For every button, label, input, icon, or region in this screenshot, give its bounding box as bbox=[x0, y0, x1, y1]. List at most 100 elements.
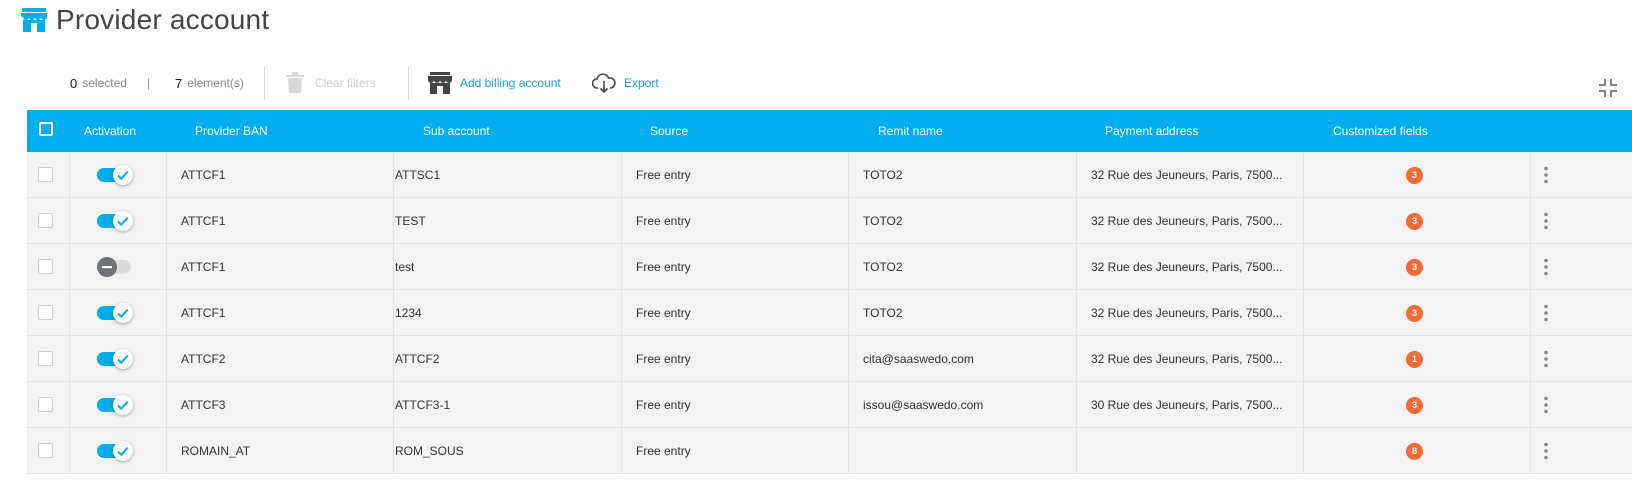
row-actions-menu[interactable] bbox=[1540, 257, 1552, 277]
activation-toggle[interactable] bbox=[97, 165, 133, 185]
column-divider bbox=[1303, 152, 1304, 198]
cell-remit-name: cita@saaswedo.com bbox=[863, 352, 974, 366]
check-icon bbox=[117, 171, 129, 181]
column-divider bbox=[1303, 428, 1304, 474]
cell-source: Free entry bbox=[636, 168, 691, 182]
cell-source: Free entry bbox=[636, 306, 691, 320]
row-checkbox[interactable] bbox=[38, 397, 53, 412]
header-payment-address[interactable]: Payment address bbox=[1105, 110, 1198, 152]
store-add-icon bbox=[428, 72, 452, 94]
counter-separator: | bbox=[147, 60, 150, 106]
more-vertical-icon bbox=[1544, 396, 1548, 414]
selected-counter: 0 selected bbox=[70, 60, 127, 106]
cell-provider-ban: ROMAIN_AT bbox=[181, 444, 251, 458]
column-divider bbox=[1076, 428, 1077, 474]
row-actions-menu[interactable] bbox=[1540, 303, 1552, 323]
cell-sub-account: ATTSC1 bbox=[395, 168, 441, 182]
column-divider bbox=[69, 428, 70, 474]
customized-fields-badge[interactable]: 1 bbox=[1406, 351, 1423, 368]
header-source[interactable]: Source bbox=[650, 110, 688, 152]
column-divider bbox=[393, 198, 394, 244]
check-icon bbox=[117, 447, 129, 457]
more-vertical-icon bbox=[1544, 166, 1548, 184]
cloud-download-icon bbox=[592, 73, 616, 93]
toolbar-divider bbox=[264, 66, 265, 100]
customized-fields-badge[interactable]: 3 bbox=[1406, 259, 1423, 276]
row-actions-menu[interactable] bbox=[1540, 211, 1552, 231]
activation-toggle[interactable] bbox=[97, 303, 133, 323]
toggle-knob bbox=[113, 165, 133, 185]
row-checkbox[interactable] bbox=[38, 443, 53, 458]
column-divider bbox=[1530, 152, 1531, 198]
select-all-checkbox[interactable] bbox=[39, 122, 53, 136]
pipe-separator: | bbox=[147, 76, 151, 90]
column-divider bbox=[166, 428, 167, 474]
cell-sub-account: ROM_SOUS bbox=[395, 444, 464, 458]
cell-source: Free entry bbox=[636, 352, 691, 366]
customized-fields-badge[interactable]: 8 bbox=[1406, 443, 1423, 460]
row-checkbox[interactable] bbox=[38, 167, 53, 182]
header-customized-fields[interactable]: Customized fields bbox=[1333, 110, 1428, 152]
cell-provider-ban: ATTCF1 bbox=[181, 168, 226, 182]
clear-filters-button[interactable]: Clear filters bbox=[285, 60, 376, 106]
column-divider bbox=[621, 428, 622, 474]
activation-toggle[interactable] bbox=[97, 257, 133, 277]
column-divider bbox=[69, 244, 70, 290]
activation-toggle[interactable] bbox=[97, 211, 133, 231]
cell-payment-address: 32 Rue des Jeuneurs, Paris, 7500... bbox=[1091, 168, 1283, 182]
column-divider bbox=[393, 336, 394, 382]
column-divider bbox=[621, 198, 622, 244]
cell-sub-account: ATTCF2 bbox=[395, 352, 440, 366]
activation-toggle[interactable] bbox=[97, 441, 133, 461]
table-body: ATTCF1 ATTSC1 Free entry TOTO2 32 Rue des Je… bbox=[27, 152, 1632, 474]
page-title: Provider account bbox=[56, 4, 270, 35]
row-actions-menu[interactable] bbox=[1540, 165, 1552, 185]
add-billing-account-button[interactable]: Add billing account bbox=[428, 60, 561, 106]
customized-fields-badge[interactable]: 3 bbox=[1406, 305, 1423, 322]
header-sub-account[interactable]: Sub account bbox=[423, 110, 490, 152]
column-divider bbox=[393, 152, 394, 198]
table-row[interactable]: ATTCF1 ATTSC1 Free entry TOTO2 32 Rue des Je… bbox=[27, 152, 1632, 198]
row-checkbox[interactable] bbox=[38, 259, 53, 274]
column-divider bbox=[621, 336, 622, 382]
cell-sub-account: 1234 bbox=[395, 306, 422, 320]
check-icon bbox=[117, 355, 129, 365]
table-row[interactable]: ATTCF1 test Free entry TOTO2 32 Rue des Jeun… bbox=[27, 244, 1632, 290]
customized-fields-badge[interactable]: 3 bbox=[1406, 167, 1423, 184]
selected-label: selected bbox=[82, 76, 127, 90]
table-row[interactable]: ATTCF1 TEST Free entry TOTO2 32 Rue des Jeun… bbox=[27, 198, 1632, 244]
column-divider bbox=[1530, 198, 1531, 244]
elements-label: element(s) bbox=[187, 76, 244, 90]
header-provider-ban[interactable]: Provider BAN bbox=[195, 110, 268, 152]
toggle-knob bbox=[113, 441, 133, 461]
table-row[interactable]: ATTCF2 ATTCF2 Free entry cita@saaswedo.com 3… bbox=[27, 336, 1632, 382]
row-actions-menu[interactable] bbox=[1540, 441, 1552, 461]
customized-fields-badge[interactable]: 3 bbox=[1406, 213, 1423, 230]
export-button[interactable]: Export bbox=[592, 60, 659, 106]
column-divider bbox=[1530, 244, 1531, 290]
column-divider bbox=[621, 290, 622, 336]
header-activation[interactable]: Activation bbox=[84, 110, 136, 152]
toolbar-divider bbox=[408, 66, 409, 100]
row-checkbox[interactable] bbox=[38, 213, 53, 228]
cell-source: Free entry bbox=[636, 260, 691, 274]
column-divider bbox=[1076, 336, 1077, 382]
page-header: Provider account bbox=[20, 0, 269, 40]
elements-count: 7 bbox=[175, 75, 183, 91]
collapse-icon[interactable] bbox=[1598, 78, 1618, 98]
activation-toggle[interactable] bbox=[97, 395, 133, 415]
row-actions-menu[interactable] bbox=[1540, 395, 1552, 415]
customized-fields-badge[interactable]: 3 bbox=[1406, 397, 1423, 414]
row-checkbox[interactable] bbox=[38, 305, 53, 320]
activation-toggle[interactable] bbox=[97, 349, 133, 369]
table-row[interactable]: ROMAIN_AT ROM_SOUS Free entry 8 bbox=[27, 428, 1632, 474]
row-checkbox[interactable] bbox=[38, 351, 53, 366]
column-divider bbox=[1076, 152, 1077, 198]
cell-source: Free entry bbox=[636, 398, 691, 412]
table-row[interactable]: ATTCF3 ATTCF3-1 Free entry issou@saaswedo.c… bbox=[27, 382, 1632, 428]
row-actions-menu[interactable] bbox=[1540, 349, 1552, 369]
header-remit-name[interactable]: Remit name bbox=[878, 110, 943, 152]
cell-payment-address: 30 Rue des Jeuneurs, Paris, 7500... bbox=[1091, 398, 1283, 412]
column-divider bbox=[69, 336, 70, 382]
table-row[interactable]: ATTCF1 1234 Free entry TOTO2 32 Rue des Jeun… bbox=[27, 290, 1632, 336]
